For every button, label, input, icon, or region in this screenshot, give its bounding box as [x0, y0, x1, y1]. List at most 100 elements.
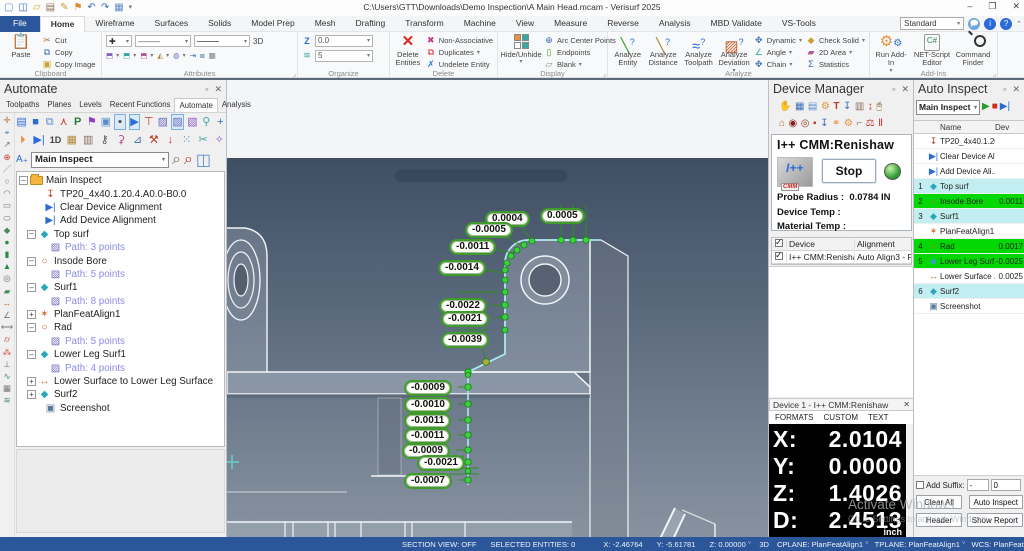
- tree-item[interactable]: ▨Path: 5 points: [19, 268, 224, 281]
- minimize-button[interactable]: –: [967, 1, 972, 12]
- style-selector[interactable]: Standard▾: [900, 17, 964, 30]
- strip-mesh-icon[interactable]: ▦: [3, 384, 11, 393]
- pin-icon[interactable]: ▫: [892, 84, 895, 94]
- strip-sphere-icon[interactable]: ●: [4, 238, 9, 247]
- search-icon[interactable]: ⌕: [172, 151, 181, 169]
- hatch-icon[interactable]: ▨: [157, 115, 168, 129]
- target-icon[interactable]: ◉: [789, 118, 798, 130]
- measure-grid-icon[interactable]: ▥: [82, 133, 95, 147]
- inspect-row[interactable]: ▶|Clear Device Al...: [914, 149, 1024, 164]
- fit-icon[interactable]: ✂: [196, 133, 209, 147]
- tab-transform[interactable]: Transform: [395, 16, 453, 32]
- strip-curve-icon[interactable]: ∿: [3, 372, 10, 381]
- tab-drafting[interactable]: Drafting: [346, 16, 396, 32]
- tab-analysis-panel[interactable]: Analysis: [218, 98, 255, 112]
- tab-model-prep[interactable]: Model Prep: [241, 16, 304, 32]
- report2-icon[interactable]: ▦: [65, 133, 78, 147]
- tab-automate[interactable]: Automate: [174, 98, 217, 112]
- strip-vector-icon[interactable]: ↗: [3, 140, 10, 149]
- expander-icon[interactable]: [27, 390, 36, 399]
- strip-scan-icon[interactable]: ≋: [3, 396, 10, 405]
- tree-item[interactable]: ◆Lower Leg Surf1: [19, 348, 224, 361]
- solid-color-select[interactable]: ⬒▾: [123, 50, 136, 61]
- stop-plan-icon[interactable]: ■: [992, 100, 998, 114]
- tree-icon[interactable]: ⋏: [58, 115, 69, 129]
- expander-icon[interactable]: [27, 257, 36, 266]
- plane-icon[interactable]: ■: [30, 115, 41, 129]
- tplane-status[interactable]: TPLANE: PlanFeatAlign1: [875, 540, 960, 549]
- calibrate-icon[interactable]: ▦: [795, 101, 804, 113]
- section-view-status[interactable]: SECTION VIEW: OFF: [402, 540, 477, 549]
- search-red-icon[interactable]: ⌕: [184, 151, 193, 169]
- check-solid-button[interactable]: ◆Check Solid▾: [806, 35, 865, 46]
- inspect-row[interactable]: ↔Lower Surface ...0.0025: [914, 269, 1024, 284]
- material-select[interactable]: ◭▾: [157, 50, 169, 61]
- deviation-callout[interactable]: -0.0011: [449, 239, 496, 255]
- tab-mesh[interactable]: Mesh: [305, 16, 346, 32]
- tab-levels[interactable]: Levels: [75, 98, 106, 112]
- expander-icon[interactable]: [27, 310, 36, 319]
- rename-icon[interactable]: A₊: [16, 154, 28, 165]
- feedback-icon[interactable]: 🗩: [968, 18, 980, 30]
- one-d-icon[interactable]: 1D: [49, 133, 62, 147]
- expander-icon[interactable]: [27, 350, 36, 359]
- laser-icon[interactable]: ⌐: [856, 118, 862, 130]
- close-button[interactable]: ✕: [1012, 1, 1020, 12]
- inspect-row[interactable]: 1◆Top surf: [914, 179, 1024, 194]
- inspect-row[interactable]: ↧TP20_4x40.1.20...: [914, 134, 1024, 149]
- hatch-add-icon[interactable]: ▧: [187, 115, 198, 129]
- angle-button[interactable]: ∠Angle▾: [754, 47, 802, 58]
- point-style-select[interactable]: ✚▾: [106, 35, 132, 47]
- hatch-attributes-icon[interactable]: ▦: [209, 50, 216, 61]
- close-dro-icon[interactable]: ✕: [903, 400, 910, 409]
- 2d-area-button[interactable]: ▰2D Area▾: [806, 47, 865, 58]
- analyze-deviation-button[interactable]: ▨?Analyze Deviation▾: [718, 34, 749, 68]
- analyze-entity-button[interactable]: ╲?Analyze Entity: [612, 34, 643, 68]
- gear-icon[interactable]: ⚙: [821, 101, 830, 113]
- info-icon[interactable]: i: [984, 18, 996, 30]
- strip-probe-icon[interactable]: ⌖: [5, 128, 10, 137]
- tab-wireframe[interactable]: Wireframe: [85, 16, 144, 32]
- mode-3d-status[interactable]: 3D: [759, 540, 769, 549]
- probe-small-icon[interactable]: ⚲: [201, 115, 212, 129]
- command-finder-button[interactable]: Command Finder: [956, 34, 990, 68]
- deviation-callout[interactable]: -0.0009: [404, 380, 452, 396]
- stop-frame-icon[interactable]: ▪: [114, 114, 125, 130]
- layout-icon[interactable]: ◫: [196, 150, 211, 170]
- stop-icon[interactable]: ▪: [813, 118, 817, 130]
- tab-measure[interactable]: Measure: [544, 16, 597, 32]
- inspection-plan-select[interactable]: Main Inspect▾: [916, 100, 980, 115]
- deviation-callout[interactable]: 0.0005: [540, 208, 585, 224]
- wand-icon[interactable]: ✧: [213, 133, 226, 147]
- deviation-callout[interactable]: -0.0039: [441, 332, 489, 348]
- tree-item[interactable]: ↔Lower Surface to Lower Leg Surface: [19, 375, 224, 388]
- tab-formats[interactable]: FORMATS: [775, 413, 814, 422]
- report-icon[interactable]: ▤: [808, 101, 817, 113]
- close-panel-icon[interactable]: ✕: [214, 84, 222, 95]
- tree-item[interactable]: ✶PlanFeatAlign1: [19, 308, 224, 321]
- cplane-status[interactable]: CPLANE: PlanFeatAlign1: [777, 540, 863, 549]
- tree-item[interactable]: ▨Path: 3 points: [19, 241, 224, 254]
- temp2-icon[interactable]: Ⅱ: [878, 118, 883, 130]
- strip-ellipse-icon[interactable]: ⬭: [3, 214, 10, 223]
- surface-color-select[interactable]: ⬒▾: [140, 50, 153, 61]
- inspect-row[interactable]: ▶|Add Device Ali...: [914, 164, 1024, 179]
- home-icon[interactable]: ⌂: [779, 118, 785, 130]
- strip-plane-icon[interactable]: ◆: [4, 226, 11, 235]
- wcs-status[interactable]: WCS: PlanFeatAlign1: [971, 540, 1024, 549]
- deviation-callout[interactable]: -0.0010: [404, 397, 452, 413]
- suffix-number-input[interactable]: [991, 479, 1021, 491]
- suffix-input[interactable]: [967, 479, 989, 491]
- run-addin-button[interactable]: ⚙⚙Run Add-In▾: [874, 34, 908, 68]
- expander-icon[interactable]: [27, 323, 36, 332]
- shading-select[interactable]: ◍▾: [173, 50, 186, 61]
- copy-button[interactable]: ⧉Copy: [42, 47, 95, 58]
- probe2-icon[interactable]: ↧: [820, 118, 828, 130]
- delete-entities-button[interactable]: ✕ Delete Entities: [394, 34, 422, 68]
- device-row[interactable]: I++ CMM:Renishaw Auto Align3 - Plan...: [772, 251, 911, 264]
- run-icon[interactable]: ⏵: [16, 133, 29, 147]
- grab-icon[interactable]: ✋: [779, 101, 791, 113]
- expander-icon[interactable]: [27, 230, 36, 239]
- copy-tree-icon[interactable]: ⧉: [44, 115, 55, 129]
- inspect-row[interactable]: ▣Screenshot: [914, 299, 1024, 314]
